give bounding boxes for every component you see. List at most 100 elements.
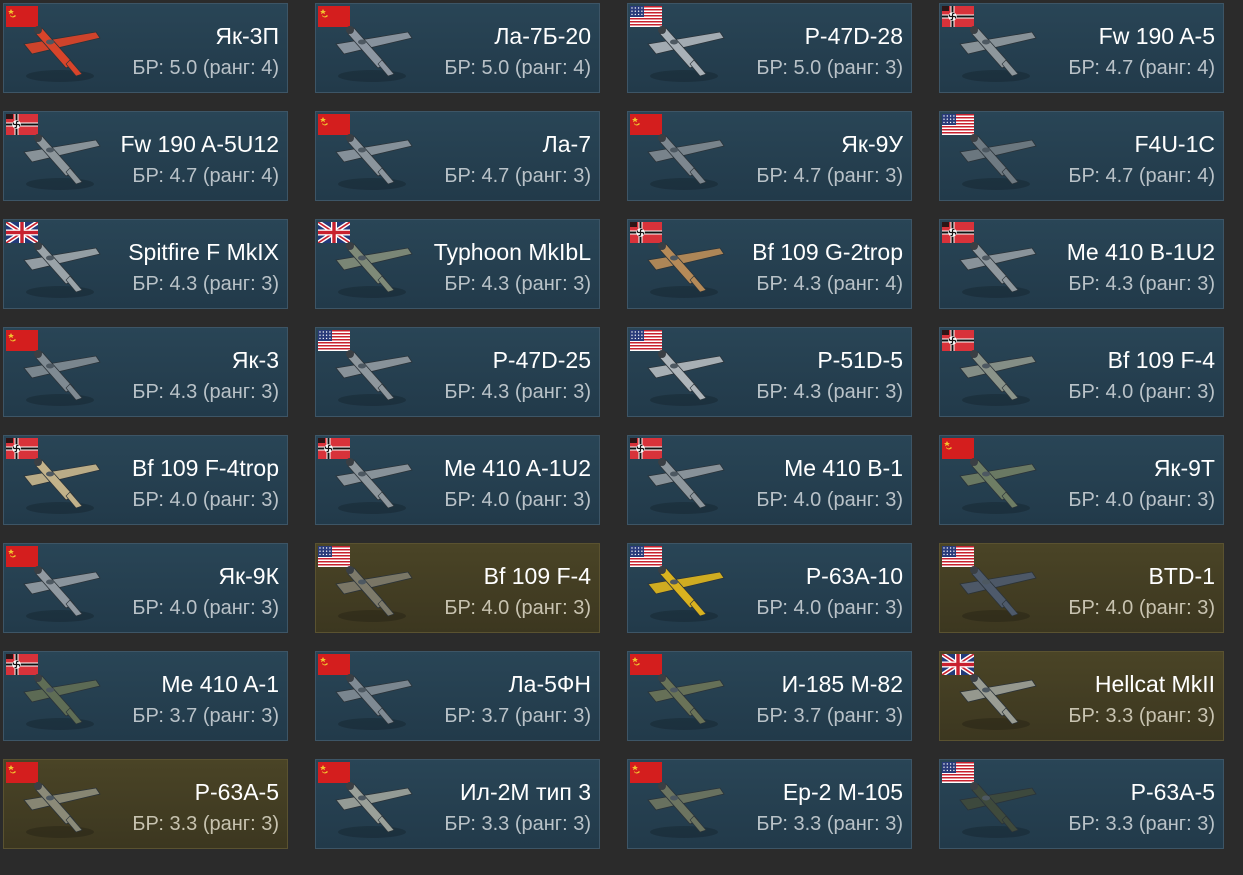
aircraft-icon [23,350,101,406]
battle-rating: БР: 3.7 (ранг: 3) [132,705,279,727]
vehicle-name: P-47D-28 [804,23,903,49]
aircraft-icon [23,566,101,622]
battle-rating: БР: 4.0 (ранг: 3) [1068,597,1215,619]
battle-rating: БР: 4.3 (ранг: 3) [444,381,591,403]
battle-rating: БР: 3.3 (ранг: 3) [444,813,591,835]
battle-rating: БР: 4.3 (ранг: 3) [756,381,903,403]
vehicle-card[interactable]: Ла-7 БР: 4.7 (ранг: 3) [315,111,600,201]
battle-rating: БР: 5.0 (ранг: 3) [756,57,903,79]
vehicle-name: Як-3П [215,23,279,49]
vehicle-card[interactable]: Ил-2М тип 3 БР: 3.3 (ранг: 3) [315,759,600,849]
aircraft-icon [335,782,413,838]
aircraft-icon [959,566,1037,622]
vehicle-name: Ер-2 М-105 [782,779,903,805]
vehicle-name: Fw 190 A-5U12 [120,131,279,157]
aircraft-icon [335,134,413,190]
vehicle-card[interactable]: BTD-1 БР: 4.0 (ранг: 3) [939,543,1224,633]
vehicle-name: Fw 190 A-5 [1098,23,1215,49]
battle-rating: БР: 3.3 (ранг: 3) [1068,705,1215,727]
vehicle-name: F4U-1C [1134,131,1215,157]
battle-rating: БР: 5.0 (ранг: 4) [132,57,279,79]
battle-rating: БР: 4.0 (ранг: 3) [132,489,279,511]
vehicle-name: BTD-1 [1148,563,1215,589]
vehicle-card[interactable]: Як-9К БР: 4.0 (ранг: 3) [3,543,288,633]
vehicle-name: Як-3 [231,347,279,373]
vehicle-name: P-51D-5 [817,347,903,373]
aircraft-icon [23,674,101,730]
aircraft-icon [959,26,1037,82]
vehicle-card[interactable]: Typhoon MkIbL БР: 4.3 (ранг: 3) [315,219,600,309]
battle-rating: БР: 4.7 (ранг: 3) [756,165,903,187]
battle-rating: БР: 4.0 (ранг: 3) [132,597,279,619]
vehicle-name: Typhoon MkIbL [433,239,591,265]
vehicle-card[interactable]: F4U-1C БР: 4.7 (ранг: 4) [939,111,1224,201]
vehicle-name: P-63A-5 [194,779,279,805]
battle-rating: БР: 5.0 (ранг: 4) [444,57,591,79]
battle-rating: БР: 3.3 (ранг: 3) [1068,813,1215,835]
vehicle-name: Hellcat MkII [1094,671,1215,697]
vehicle-card[interactable]: Me 410 A-1U2 БР: 4.0 (ранг: 3) [315,435,600,525]
vehicle-name: Як-9У [841,131,903,157]
vehicle-name: Bf 109 G-2trop [752,239,903,265]
vehicle-name: Me 410 B-1 [784,455,903,481]
vehicle-name: Як-9Т [1153,455,1215,481]
vehicle-name: Me 410 A-1U2 [443,455,591,481]
battle-rating: БР: 4.0 (ранг: 3) [1068,489,1215,511]
vehicle-card[interactable]: И-185 М-82 БР: 3.7 (ранг: 3) [627,651,912,741]
battle-rating: БР: 4.3 (ранг: 3) [132,273,279,295]
vehicle-card[interactable]: Bf 109 F-4trop БР: 4.0 (ранг: 3) [3,435,288,525]
vehicle-card[interactable]: P-63A-10 БР: 4.0 (ранг: 3) [627,543,912,633]
vehicle-card[interactable]: Bf 109 F-4 БР: 4.0 (ранг: 3) [939,327,1224,417]
vehicle-card[interactable]: Bf 109 F-4 БР: 4.0 (ранг: 3) [315,543,600,633]
vehicle-card[interactable]: Spitfire F MkIX БР: 4.3 (ранг: 3) [3,219,288,309]
vehicle-card[interactable]: Як-3 БР: 4.3 (ранг: 3) [3,327,288,417]
battle-rating: БР: 4.0 (ранг: 3) [756,489,903,511]
aircraft-icon [959,458,1037,514]
aircraft-icon [23,242,101,298]
battle-rating: БР: 4.3 (ранг: 4) [756,273,903,295]
battle-rating: БР: 4.3 (ранг: 3) [1068,273,1215,295]
battle-rating: БР: 3.7 (ранг: 3) [756,705,903,727]
aircraft-icon [23,134,101,190]
vehicle-card[interactable]: Ла-7Б-20 БР: 5.0 (ранг: 4) [315,3,600,93]
aircraft-icon [647,782,725,838]
vehicle-card[interactable]: Як-9У БР: 4.7 (ранг: 3) [627,111,912,201]
vehicle-card[interactable]: Fw 190 A-5 БР: 4.7 (ранг: 4) [939,3,1224,93]
vehicle-card[interactable]: P-63A-5 БР: 3.3 (ранг: 3) [3,759,288,849]
vehicle-card[interactable]: Me 410 A-1 БР: 3.7 (ранг: 3) [3,651,288,741]
vehicle-name: P-63A-10 [805,563,903,589]
battle-rating: БР: 4.0 (ранг: 3) [756,597,903,619]
vehicle-card[interactable]: Ер-2 М-105 БР: 3.3 (ранг: 3) [627,759,912,849]
aircraft-icon [335,458,413,514]
vehicle-card[interactable]: P-47D-28 БР: 5.0 (ранг: 3) [627,3,912,93]
vehicle-card[interactable]: Bf 109 G-2trop БР: 4.3 (ранг: 4) [627,219,912,309]
vehicle-card[interactable]: P-63A-5 БР: 3.3 (ранг: 3) [939,759,1224,849]
vehicle-name: Bf 109 F-4 [1107,347,1215,373]
vehicle-card[interactable]: Hellcat MkII БР: 3.3 (ранг: 3) [939,651,1224,741]
vehicle-card[interactable]: Як-3П БР: 5.0 (ранг: 4) [3,3,288,93]
vehicle-name: Ла-7Б-20 [494,23,591,49]
vehicle-name: Bf 109 F-4trop [131,455,279,481]
vehicle-name: Bf 109 F-4 [483,563,591,589]
aircraft-icon [647,26,725,82]
vehicle-name: И-185 М-82 [781,671,903,697]
aircraft-icon [23,782,101,838]
vehicle-card[interactable]: Me 410 B-1U2 БР: 4.3 (ранг: 3) [939,219,1224,309]
vehicle-card[interactable]: Як-9Т БР: 4.0 (ранг: 3) [939,435,1224,525]
vehicle-card[interactable]: P-47D-25 БР: 4.3 (ранг: 3) [315,327,600,417]
aircraft-icon [959,674,1037,730]
aircraft-icon [959,782,1037,838]
vehicle-card[interactable]: P-51D-5 БР: 4.3 (ранг: 3) [627,327,912,417]
aircraft-icon [647,242,725,298]
battle-rating: БР: 3.3 (ранг: 3) [132,813,279,835]
battle-rating: БР: 4.0 (ранг: 3) [444,597,591,619]
vehicle-card[interactable]: Fw 190 A-5U12 БР: 4.7 (ранг: 4) [3,111,288,201]
battle-rating: БР: 4.7 (ранг: 3) [444,165,591,187]
vehicle-card[interactable]: Ла-5ФН БР: 3.7 (ранг: 3) [315,651,600,741]
vehicle-name: Me 410 A-1 [161,671,279,697]
aircraft-icon [23,458,101,514]
battle-rating: БР: 3.3 (ранг: 3) [756,813,903,835]
vehicle-name: Ил-2М тип 3 [460,779,591,805]
vehicle-card[interactable]: Me 410 B-1 БР: 4.0 (ранг: 3) [627,435,912,525]
aircraft-icon [335,350,413,406]
